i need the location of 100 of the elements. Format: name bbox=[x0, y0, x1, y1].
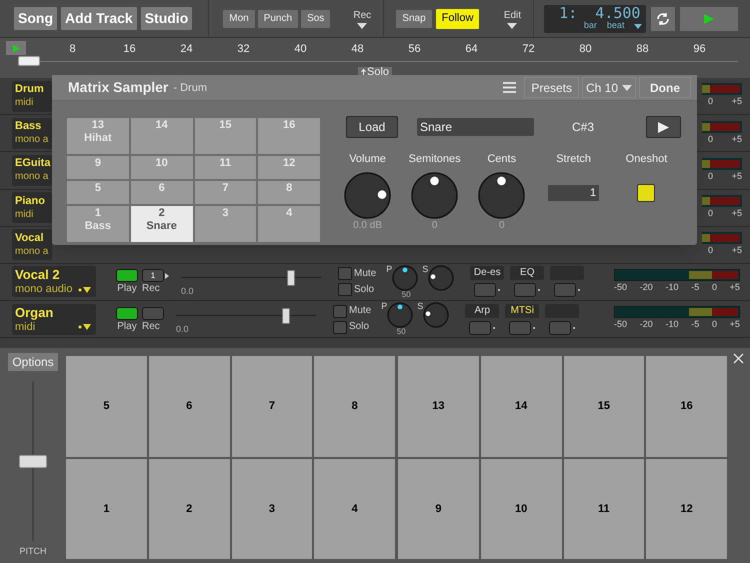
channel-dropdown[interactable]: Ch 10 bbox=[582, 77, 636, 98]
position-display[interactable]: 1: 4.500 bar beat bbox=[544, 4, 646, 32]
meter-scale-label: 0 bbox=[708, 95, 714, 108]
drum-pad[interactable]: 2 bbox=[148, 458, 230, 559]
effect-toggle[interactable] bbox=[509, 320, 532, 335]
drum-pad[interactable]: 15 bbox=[564, 356, 644, 456]
knob[interactable] bbox=[411, 172, 458, 218]
mode-button[interactable]: Sos bbox=[301, 10, 330, 28]
view-toggle[interactable]: Follow bbox=[436, 8, 480, 28]
effect-toggle[interactable] bbox=[474, 283, 496, 298]
pitch-slider-handle[interactable] bbox=[19, 454, 47, 468]
track-name: Vocal 2 bbox=[15, 268, 60, 282]
send-knob[interactable] bbox=[423, 302, 450, 328]
effect-slot[interactable]: MTSi bbox=[505, 304, 540, 318]
sample-pad[interactable]: 2 Snare bbox=[130, 206, 192, 242]
level-meter bbox=[702, 83, 742, 96]
play-button[interactable] bbox=[116, 269, 138, 282]
play-button[interactable] bbox=[680, 6, 738, 30]
effect-slot[interactable]: De-es bbox=[470, 266, 504, 280]
track-type: mono a bbox=[15, 135, 48, 146]
drum-pad[interactable]: 16 bbox=[646, 356, 727, 456]
loop-button[interactable] bbox=[651, 6, 676, 30]
main-nav-button[interactable]: Song bbox=[14, 7, 57, 30]
knob[interactable] bbox=[344, 172, 392, 218]
pan-knob[interactable] bbox=[392, 264, 418, 291]
send-knob[interactable] bbox=[428, 264, 454, 291]
dialog-subtitle: - Drum bbox=[173, 80, 207, 96]
caret-icon bbox=[507, 23, 518, 29]
playhead-marker[interactable] bbox=[6, 41, 26, 56]
ruler-mark: 24 bbox=[179, 44, 194, 56]
effect-toggle[interactable] bbox=[554, 283, 576, 298]
knob[interactable] bbox=[478, 172, 526, 218]
fader-handle[interactable] bbox=[286, 270, 295, 286]
drum-pad[interactable]: 14 bbox=[480, 356, 562, 456]
drum-pad[interactable]: 3 bbox=[232, 458, 312, 559]
knob-reading: 0.0 dB bbox=[353, 220, 382, 230]
level-meter bbox=[702, 232, 742, 244]
done-button[interactable]: Done bbox=[639, 77, 691, 98]
main-nav-button[interactable]: Studio bbox=[140, 7, 192, 30]
load-button[interactable]: Load bbox=[346, 116, 398, 138]
track-name: Bass bbox=[15, 121, 42, 132]
fader-handle[interactable] bbox=[282, 308, 290, 324]
sample-name-field[interactable]: Snare bbox=[417, 118, 534, 136]
effect-toggle[interactable] bbox=[549, 320, 572, 335]
level-meter bbox=[702, 194, 742, 207]
meter-scale-label: 0 bbox=[708, 170, 714, 183]
track-name-box[interactable]: Vocal mono a bbox=[12, 229, 52, 260]
ruler-mark: 72 bbox=[521, 44, 536, 56]
drum-pad[interactable]: 6 bbox=[148, 356, 230, 456]
mode-button[interactable]: Mon bbox=[223, 10, 255, 28]
effect-toggle[interactable] bbox=[514, 283, 536, 298]
arrow-up-icon bbox=[360, 68, 366, 76]
play-button[interactable] bbox=[116, 306, 138, 320]
track-name-box[interactable]: Bass mono a bbox=[12, 118, 52, 149]
main-nav-button[interactable]: Add Track bbox=[61, 7, 137, 30]
edit-menu[interactable]: Edit bbox=[497, 8, 528, 29]
loop-range-handle[interactable] bbox=[18, 56, 40, 66]
drum-pad[interactable]: 10 bbox=[480, 458, 562, 559]
preview-button[interactable] bbox=[646, 116, 681, 138]
menu-icon[interactable] bbox=[503, 82, 516, 93]
record-button[interactable]: 1 bbox=[142, 269, 164, 282]
dialog-title: Matrix Sampler bbox=[68, 78, 168, 97]
close-icon[interactable] bbox=[733, 353, 744, 364]
record-menu[interactable]: Rec bbox=[347, 8, 378, 29]
play-label: Play bbox=[117, 284, 137, 294]
oneshot-checkbox[interactable] bbox=[637, 184, 656, 202]
drum-pad[interactable]: 13 bbox=[398, 356, 479, 456]
meter-scale-label: 0 bbox=[708, 206, 714, 220]
rec-label: Rec bbox=[142, 284, 160, 294]
drum-pad[interactable]: 4 bbox=[314, 458, 395, 559]
play-icon bbox=[704, 14, 714, 24]
fader-reading: 0.0 bbox=[181, 287, 195, 296]
meter-scale-label: -20 bbox=[640, 318, 653, 332]
track-name: Organ bbox=[15, 306, 54, 319]
track-name-box[interactable]: Organ midi bbox=[12, 304, 96, 335]
pan-knob[interactable] bbox=[387, 302, 414, 328]
mute-label: Mute bbox=[349, 306, 372, 316]
view-toggle[interactable]: Snap bbox=[396, 10, 432, 28]
track-name-box[interactable]: Vocal 2 mono audio bbox=[12, 266, 96, 298]
presets-button[interactable]: Presets bbox=[524, 77, 579, 98]
track-name-box[interactable]: Drum midi bbox=[12, 80, 52, 112]
meter-scale-label: -5 bbox=[691, 281, 700, 294]
drum-pad[interactable]: 12 bbox=[646, 458, 727, 559]
options-button[interactable]: Options bbox=[8, 353, 58, 371]
drum-pad[interactable]: 11 bbox=[564, 458, 644, 559]
effect-slot[interactable]: EQ bbox=[510, 266, 544, 280]
drum-pad[interactable]: 7 bbox=[232, 356, 312, 456]
drum-pad[interactable]: 9 bbox=[398, 458, 479, 559]
drum-pad[interactable]: 1 bbox=[66, 458, 147, 559]
meter-scale-label: +5 bbox=[732, 206, 742, 220]
drum-pad[interactable]: 8 bbox=[314, 356, 395, 456]
track-name-box[interactable]: EGuita mono a bbox=[12, 154, 52, 186]
mode-button[interactable]: Punch bbox=[258, 10, 298, 28]
effect-toggle[interactable] bbox=[469, 320, 492, 335]
stretch-field[interactable]: 1 bbox=[548, 184, 600, 200]
track-name-box[interactable]: Piano midi bbox=[12, 192, 52, 224]
track-type: mono audio bbox=[15, 284, 72, 296]
drum-pad[interactable]: 5 bbox=[66, 356, 147, 456]
effect-slot[interactable]: Arp bbox=[465, 304, 500, 318]
solo-label: Solo bbox=[354, 284, 374, 295]
